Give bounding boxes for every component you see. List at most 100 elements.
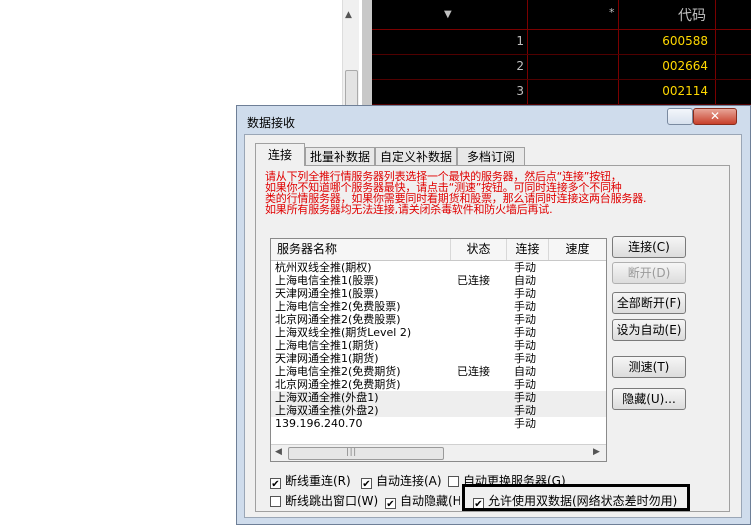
checkbox-box[interactable]: ✔ bbox=[270, 478, 281, 490]
tab-batch-supplement[interactable]: 批量补数据 bbox=[305, 147, 375, 165]
quote-row[interactable]: 1 600588 bbox=[372, 29, 751, 55]
quote-grid-header: ▼ * 代码 bbox=[372, 0, 751, 30]
server-name: 北京网通全推2(免费期货) bbox=[275, 378, 401, 391]
instruction-line: 如果所有服务器均无法连接,请关闭杀毒软件和防火墙后再试. bbox=[265, 203, 553, 216]
column-server-name[interactable]: 服务器名称 bbox=[271, 239, 451, 260]
server-name: 天津网通全推1(股票) bbox=[275, 287, 379, 300]
server-connection-mode: 手动 bbox=[514, 261, 536, 274]
server-connection-mode: 手动 bbox=[514, 404, 536, 417]
disconnect-button[interactable]: 断开(D) bbox=[612, 262, 686, 284]
server-connection-mode: 手动 bbox=[514, 391, 536, 404]
row-number: 1 bbox=[516, 34, 524, 48]
stock-code: 600588 bbox=[662, 34, 708, 48]
server-row[interactable]: 139.196.240.70 手动 bbox=[271, 417, 606, 430]
star-column-header[interactable]: * bbox=[609, 6, 615, 19]
server-name: 上海双线全推(期货Level 2) bbox=[275, 326, 412, 339]
server-status: 已连接 bbox=[457, 365, 490, 378]
column-status[interactable]: 状态 bbox=[451, 239, 507, 260]
server-connection-mode: 手动 bbox=[514, 326, 536, 339]
server-name: 上海电信全推1(股票) bbox=[275, 274, 379, 287]
row-number: 2 bbox=[516, 59, 524, 73]
tab-connect[interactable]: 连接 bbox=[255, 143, 305, 166]
scroll-up-icon[interactable]: ▲ bbox=[345, 10, 352, 20]
tab-multi-level-subscribe[interactable]: 多档订阅 bbox=[457, 147, 525, 165]
server-connection-mode: 手动 bbox=[514, 287, 536, 300]
highlight-frame bbox=[462, 484, 690, 511]
checkbox-label: 自动连接(A) bbox=[376, 474, 442, 488]
row-number: 3 bbox=[516, 84, 524, 98]
column-speed[interactable]: 速度 bbox=[549, 239, 606, 260]
server-name: 139.196.240.70 bbox=[275, 417, 363, 430]
code-column-header[interactable]: 代码 bbox=[678, 5, 706, 25]
grip-icon: ||| bbox=[346, 447, 358, 456]
auto-connect-checkbox[interactable]: ✔ 自动连接(A) bbox=[361, 473, 442, 490]
checkbox-label: 断线跳出窗口(W) bbox=[285, 494, 379, 508]
checkbox-box[interactable] bbox=[448, 476, 459, 487]
server-connection-mode: 自动 bbox=[514, 365, 536, 378]
server-list-header: 服务器名称 状态 连接 速度 bbox=[271, 239, 606, 261]
server-connection-mode: 手动 bbox=[514, 378, 536, 391]
server-row[interactable]: 上海电信全推2(免费股票) 手动 bbox=[271, 300, 606, 313]
server-name: 天津网通全推1(期货) bbox=[275, 352, 379, 365]
server-row[interactable]: 杭州双线全推(期权) 手动 bbox=[271, 261, 606, 274]
server-connection-mode: 手动 bbox=[514, 352, 536, 365]
speed-test-button[interactable]: 测速(T) bbox=[612, 356, 686, 378]
server-list-body: 杭州双线全推(期权) 手动 上海电信全推1(股票) 已连接 自动 天津网通全推1(股票) 手… bbox=[271, 261, 606, 441]
dialog-titlebar[interactable]: 数据接收 ✕ bbox=[237, 106, 750, 134]
server-row[interactable]: 北京网通全推2(免费股票) 手动 bbox=[271, 313, 606, 326]
server-name: 上海电信全推2(免费股票) bbox=[275, 300, 401, 313]
minimize-button[interactable] bbox=[667, 108, 693, 125]
checkbox-box[interactable]: ✔ bbox=[385, 498, 396, 509]
close-button[interactable]: ✕ bbox=[693, 108, 737, 125]
disconnect-all-button[interactable]: 全部断开(F) bbox=[612, 292, 686, 314]
server-row[interactable]: 北京网通全推2(免费期货) 手动 bbox=[271, 378, 606, 391]
server-row[interactable]: 上海双线全推(期货Level 2) 手动 bbox=[271, 326, 606, 339]
server-row[interactable]: 上海双通全推(外盘2) 手动 bbox=[271, 404, 606, 417]
quote-row[interactable]: 3 002114 bbox=[372, 79, 751, 105]
server-list[interactable]: 服务器名称 状态 连接 速度 杭州双线全推(期权) 手动 上海电信全推1(股票) 已连… bbox=[270, 238, 607, 462]
server-row[interactable]: 天津网通全推1(期货) 手动 bbox=[271, 352, 606, 365]
hide-button[interactable]: 隐藏(U)... bbox=[612, 388, 686, 410]
server-connection-mode: 手动 bbox=[514, 339, 536, 352]
column-connection[interactable]: 连接 bbox=[507, 239, 549, 260]
scrollbar-thumb[interactable] bbox=[288, 447, 444, 460]
server-connection-mode: 手动 bbox=[514, 300, 536, 313]
scroll-left-icon[interactable]: ◀ bbox=[275, 447, 282, 457]
server-row[interactable]: 上海双通全推(外盘1) 手动 bbox=[271, 391, 606, 404]
server-connection-mode: 手动 bbox=[514, 313, 536, 326]
auto-hide-checkbox[interactable]: ✔ 自动隐藏(H) bbox=[385, 493, 460, 509]
set-auto-button[interactable]: 设为自动(E) bbox=[612, 319, 686, 341]
auto-reconnect-checkbox[interactable]: ✔ 断线重连(R) bbox=[270, 473, 351, 490]
popup-on-disconnect-checkbox[interactable]: 断线跳出窗口(W) bbox=[270, 493, 378, 509]
server-connection-mode: 自动 bbox=[514, 274, 536, 287]
stock-code: 002664 bbox=[662, 59, 708, 73]
server-name: 上海双通全推(外盘2) bbox=[275, 404, 379, 417]
server-connection-mode: 手动 bbox=[514, 417, 536, 430]
instruction-text: 请从下列全推行情服务器列表选择一个最快的服务器，然后点“连接”按钮， 如果你不知… bbox=[265, 171, 685, 215]
checkbox-label: 自动隐藏(H) bbox=[400, 494, 460, 508]
server-row[interactable]: 上海电信全推1(股票) 已连接 自动 bbox=[271, 274, 606, 287]
quote-row[interactable]: 2 002664 bbox=[372, 54, 751, 80]
server-name: 杭州双线全推(期权) bbox=[275, 261, 372, 274]
server-name: 上海电信全推1(期货) bbox=[275, 339, 379, 352]
server-row[interactable]: 天津网通全推1(股票) 手动 bbox=[271, 287, 606, 300]
background-scrollbar[interactable]: ▲ bbox=[342, 0, 359, 120]
data-receive-dialog: 数据接收 ✕ 连接 批量补数据 自定义补数据 多档订阅 请从下列全推行情服务器列… bbox=[236, 105, 751, 525]
dialog-client-area: 连接 批量补数据 自定义补数据 多档订阅 请从下列全推行情服务器列表选择一个最快… bbox=[244, 134, 742, 518]
server-name: 上海电信全推2(免费期货) bbox=[275, 365, 401, 378]
checkbox-box[interactable] bbox=[270, 496, 281, 507]
checkbox-box[interactable]: ✔ bbox=[361, 478, 372, 490]
server-row[interactable]: 上海电信全推2(免费期货) 已连接 自动 bbox=[271, 365, 606, 378]
scroll-right-icon[interactable]: ▶ bbox=[593, 447, 600, 457]
horizontal-scrollbar[interactable]: ◀ ||| ▶ bbox=[271, 444, 606, 461]
connect-button[interactable]: 连接(C) bbox=[612, 236, 686, 258]
server-status: 已连接 bbox=[457, 274, 490, 287]
dialog-title: 数据接收 bbox=[247, 116, 296, 130]
server-row[interactable]: 上海电信全推1(期货) 手动 bbox=[271, 339, 606, 352]
checkbox-label: 断线重连(R) bbox=[285, 474, 351, 488]
server-name: 上海双通全推(外盘1) bbox=[275, 391, 379, 404]
server-name: 北京网通全推2(免费股票) bbox=[275, 313, 401, 326]
sort-down-icon[interactable]: ▼ bbox=[444, 9, 452, 20]
tab-custom-supplement[interactable]: 自定义补数据 bbox=[375, 147, 457, 165]
stock-code: 002114 bbox=[662, 84, 708, 98]
